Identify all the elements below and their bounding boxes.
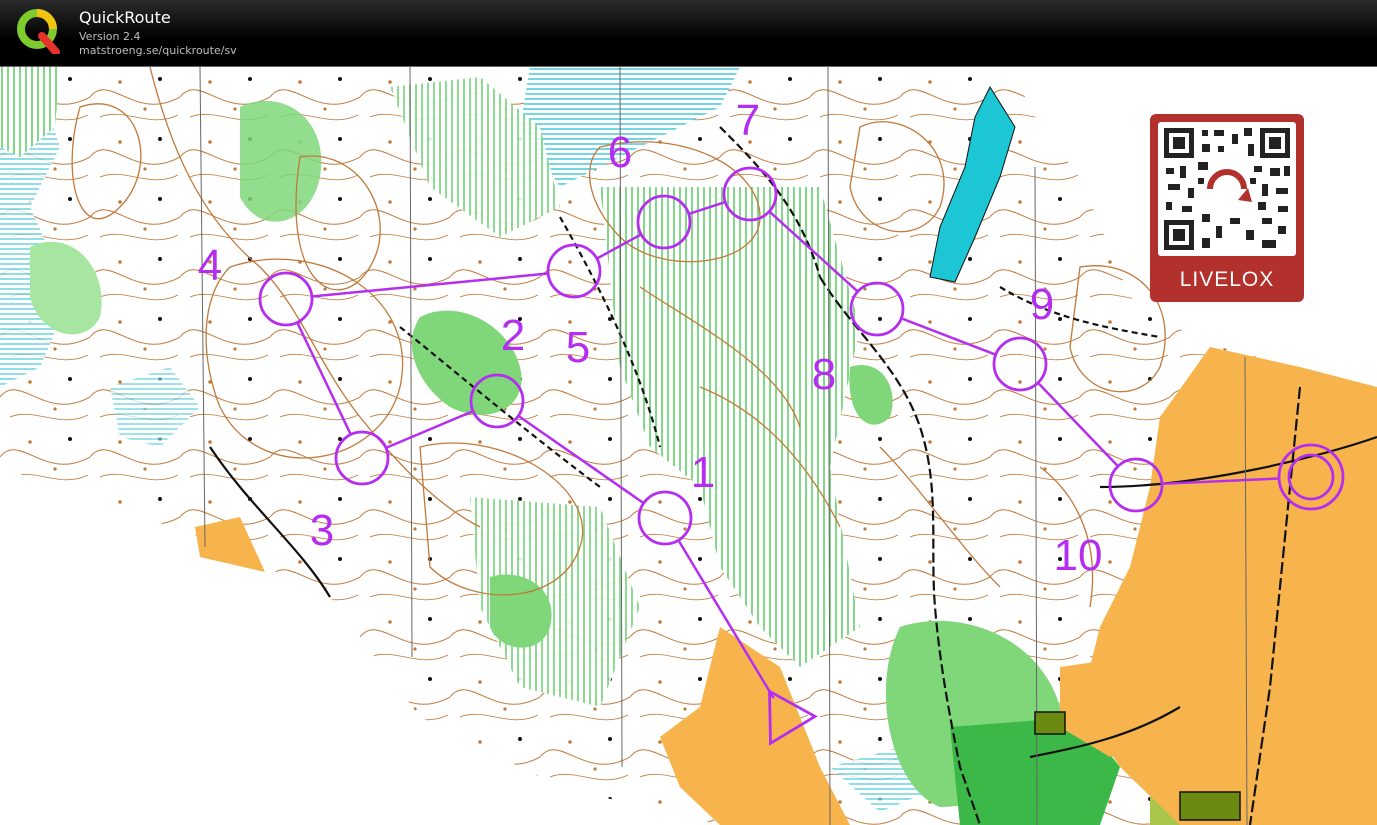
control-number-label: 4: [198, 241, 222, 290]
building: [1179, 791, 1241, 821]
control-number-label: 2: [501, 311, 525, 360]
app-title: QuickRoute: [79, 8, 171, 27]
livelox-qr-code-icon: [1158, 122, 1296, 256]
quickroute-q-logo-icon: [17, 9, 60, 54]
control-number-label: 1: [691, 448, 715, 497]
building: [1034, 711, 1066, 735]
app-url[interactable]: matstroeng.se/quickroute/sv: [79, 44, 237, 57]
title-bar: QuickRoute Version 2.4 matstroeng.se/qui…: [0, 0, 1377, 67]
control-number-label: 9: [1030, 280, 1054, 329]
orienteering-map[interactable]: 1 2 3 4 5 6 7 8 9 10 LIVELOX: [0, 67, 1377, 825]
control-number-label: 5: [566, 323, 590, 372]
control-number-label: 10: [1054, 531, 1103, 580]
livelox-label: LIVELOX: [1179, 268, 1275, 291]
control-number-label: 8: [812, 350, 836, 399]
control-number-label: 6: [608, 128, 632, 177]
livelox-badge[interactable]: LIVELOX: [1150, 114, 1304, 302]
control-number-label: 7: [736, 96, 760, 145]
control-number-label: 3: [310, 506, 334, 555]
app-version: Version 2.4: [79, 30, 141, 43]
